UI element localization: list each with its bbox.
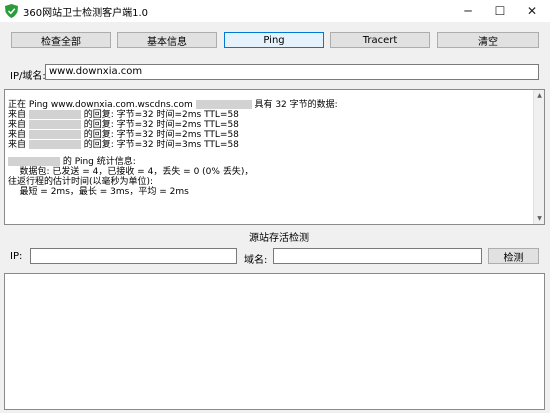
maximize-button[interactable]: ☐ <box>484 0 516 22</box>
basic-info-label: 基本信息 <box>147 36 187 48</box>
title-bar: 360网站卫士检测客户端1.0 ─ ☐ ✕ <box>0 0 550 22</box>
output-line: 的 Ping 统计信息: <box>8 157 136 167</box>
redacted-ip <box>28 120 81 129</box>
window-title: 360网站卫士检测客户端1.0 <box>23 8 148 19</box>
ping-label: Ping <box>263 34 285 46</box>
ip-input[interactable] <box>30 248 237 264</box>
output-line: 来自 的回复: 字节=32 时间=2ms TTL=58 <box>8 110 239 120</box>
minimize-icon: ─ <box>464 4 472 18</box>
close-icon: ✕ <box>526 4 538 18</box>
clear-label: 清空 <box>478 36 498 48</box>
redacted-ip <box>28 140 81 149</box>
clear-button[interactable]: 清空 <box>437 32 539 48</box>
redacted-ip <box>28 130 81 139</box>
redacted-ip <box>8 157 60 166</box>
detect-button[interactable]: 检测 <box>488 248 539 264</box>
ping-button[interactable]: Ping <box>224 32 324 48</box>
shield-icon <box>5 4 18 18</box>
close-button[interactable]: ✕ <box>516 0 548 22</box>
domain-label: IP/域名: <box>10 71 46 82</box>
tracert-button[interactable]: Tracert <box>330 32 430 48</box>
maximize-icon: ☐ <box>494 4 506 18</box>
section-title: 源站存活检测 <box>249 233 309 244</box>
output-line: 往返行程的估计时间(以毫秒为单位): <box>8 177 154 187</box>
basic-info-button[interactable]: 基本信息 <box>117 32 217 48</box>
output-line: 来自 的回复: 字节=32 时间=2ms TTL=58 <box>8 120 239 130</box>
detect-label: 检测 <box>503 252 524 264</box>
check-output[interactable] <box>4 273 545 410</box>
redacted-ip <box>28 110 81 119</box>
output-line: 来自 的回复: 字节=32 时间=2ms TTL=58 <box>8 130 239 140</box>
output-line: 来自 的回复: 字节=32 时间=3ms TTL=58 <box>8 140 239 150</box>
minimize-button[interactable]: ─ <box>452 0 484 22</box>
output-line: 数据包: 已发送 = 4，已接收 = 4，丢失 = 0 (0% 丢失)， <box>8 167 254 177</box>
tracert-label: Tracert <box>362 34 398 46</box>
vertical-scrollbar[interactable]: ▲ ▼ <box>533 90 544 224</box>
check-all-label: 检查全部 <box>41 36 81 48</box>
domain-input-2[interactable] <box>273 248 482 264</box>
ping-output[interactable]: 正在 Ping www.downxia.com.wscdns.com 具有 32… <box>4 89 545 225</box>
check-all-button[interactable]: 检查全部 <box>11 32 111 48</box>
ip-label: IP: <box>10 251 23 262</box>
scroll-down-icon[interactable]: ▼ <box>535 214 544 223</box>
output-line: 最短 = 2ms，最长 = 3ms，平均 = 2ms <box>8 187 189 197</box>
redacted-ip <box>195 100 252 109</box>
domain-label-2: 域名: <box>244 255 268 266</box>
scroll-up-icon[interactable]: ▲ <box>535 91 544 100</box>
domain-input[interactable]: www.downxia.com <box>45 64 539 80</box>
output-line: 正在 Ping www.downxia.com.wscdns.com 具有 32… <box>8 100 338 110</box>
